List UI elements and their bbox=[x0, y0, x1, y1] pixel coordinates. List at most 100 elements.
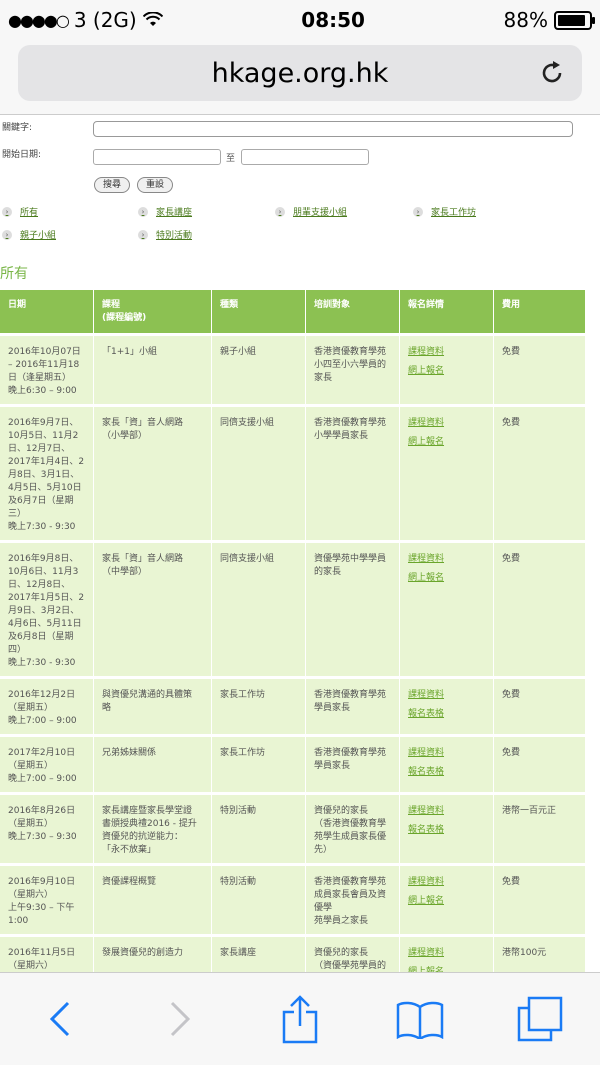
chevron-right-icon: › bbox=[275, 206, 285, 217]
register-link[interactable]: 報名表格 bbox=[408, 708, 485, 721]
category-label: 朋輩支援小組 bbox=[293, 208, 348, 218]
reload-icon[interactable] bbox=[538, 59, 566, 87]
carrier-label: 3 (2G) bbox=[73, 8, 137, 32]
fee-cell: 免費 bbox=[494, 404, 586, 540]
start-date-to-input[interactable] bbox=[241, 149, 369, 165]
fee-cell: 港幣100元 bbox=[494, 934, 586, 973]
course-cell: 「1+1」小組 bbox=[94, 333, 212, 404]
target-cell: 香港資優教育學苑 小四至小六學員的 家長 bbox=[306, 333, 400, 404]
url-text: hkage.org.hk bbox=[211, 57, 389, 89]
date-to-label: 至 bbox=[226, 154, 236, 164]
table-row: 2016年9月10日 （星期六） 上午9:30 – 下午 1:00 資優課程概覽特… bbox=[0, 863, 586, 934]
search-button[interactable]: 搜尋 bbox=[94, 177, 131, 193]
date-cell: 2017年2月10日 （星期五） 晚上7:00 – 9:00 bbox=[0, 734, 94, 792]
category-label: 親子小組 bbox=[20, 231, 57, 241]
target-cell: 香港資優教育學苑 學員家長 bbox=[306, 676, 400, 734]
category-parent-talk[interactable]: › 家長講座 bbox=[138, 205, 192, 218]
col-type: 種類 bbox=[212, 290, 306, 333]
type-cell: 特別活動 bbox=[212, 792, 306, 863]
share-button[interactable] bbox=[270, 989, 330, 1049]
chevron-right-icon: › bbox=[2, 206, 12, 217]
category-all[interactable]: › 所有 bbox=[2, 205, 38, 218]
back-button[interactable] bbox=[30, 989, 90, 1049]
type-cell: 親子小組 bbox=[212, 333, 306, 404]
chevron-right-icon: › bbox=[138, 229, 148, 240]
tabs-button[interactable] bbox=[510, 989, 570, 1049]
target-cell: 香港資優教育學苑 成員家長會員及資優學 苑學員之家長 bbox=[306, 863, 400, 934]
registration-cell: 課程資料 網上報名 bbox=[400, 863, 494, 934]
target-cell: 香港資優教育學苑 學員家長 bbox=[306, 734, 400, 792]
category-label: 家長講座 bbox=[156, 208, 193, 218]
col-fee: 費用 bbox=[494, 290, 586, 333]
table-row: 2016年9月8日、 10月6日、11月3 日、12月8日、 2017年1月5日… bbox=[0, 540, 586, 676]
category-parent-child[interactable]: › 親子小組 bbox=[2, 228, 56, 241]
address-bar[interactable]: hkage.org.hk bbox=[18, 45, 582, 101]
course-cell: 家長講座暨家長學堂證 書頒授典禮2016 - 提升 資優兒的抗逆能力： 「永不放… bbox=[94, 792, 212, 863]
share-icon bbox=[282, 995, 318, 1044]
fee-cell: 免費 bbox=[494, 676, 586, 734]
register-link[interactable]: 網上報名 bbox=[408, 365, 485, 378]
target-cell: 資優兒的家長 （香港資優教育學 苑學生成員家長優 先） bbox=[306, 792, 400, 863]
course-table: 日期 課程 (課程編號) 種類 培訓對象 報名詳情 費用 2016年10月07日… bbox=[0, 290, 586, 973]
course-info-link[interactable]: 課程資料 bbox=[408, 689, 485, 702]
type-cell: 同儕支援小組 bbox=[212, 540, 306, 676]
category-label: 家長工作坊 bbox=[431, 208, 477, 218]
category-label: 所有 bbox=[20, 208, 39, 218]
tabs-icon bbox=[517, 996, 563, 1042]
fee-cell: 免費 bbox=[494, 734, 586, 792]
registration-cell: 課程資料 報名表格 bbox=[400, 792, 494, 863]
reset-button[interactable]: 重設 bbox=[137, 177, 174, 193]
table-row: 2016年9月7日、 10月5日、11月2 日、12月7日、 2017年1月4日… bbox=[0, 404, 586, 540]
registration-cell: 課程資料 報名表格 bbox=[400, 676, 494, 734]
table-row: 2016年12月2日 （星期五） 晚上7:00 – 9:00 與資優兒溝通的具體策… bbox=[0, 676, 586, 734]
course-info-link[interactable]: 課程資料 bbox=[408, 876, 485, 889]
battery-percent: 88% bbox=[503, 8, 548, 32]
type-cell: 家長工作坊 bbox=[212, 676, 306, 734]
course-info-link[interactable]: 課程資料 bbox=[408, 346, 485, 359]
category-peer-support[interactable]: › 朋輩支援小組 bbox=[275, 205, 347, 218]
registration-cell: 課程資料 網上報名 bbox=[400, 333, 494, 404]
signal-icon: ●●●●○ bbox=[8, 10, 70, 30]
keyword-input[interactable] bbox=[93, 121, 573, 137]
registration-cell: 課程資料 報名表格 bbox=[400, 734, 494, 792]
course-cell: 兄弟姊妹關係 bbox=[94, 734, 212, 792]
date-cell: 2016年11月5日 （星期六） 上午10:00 – 中午 12:00 bbox=[0, 934, 94, 973]
course-info-link[interactable]: 課程資料 bbox=[408, 947, 485, 960]
register-link[interactable]: 網上報名 bbox=[408, 572, 485, 585]
chevron-right-icon: › bbox=[2, 229, 12, 240]
register-link[interactable]: 報名表格 bbox=[408, 824, 485, 837]
chevron-right-icon: › bbox=[138, 206, 148, 217]
start-date-from-input[interactable] bbox=[93, 149, 221, 165]
clock: 08:50 bbox=[301, 8, 365, 32]
browser-toolbar bbox=[0, 972, 600, 1065]
course-info-link[interactable]: 課程資料 bbox=[408, 805, 485, 818]
course-info-link[interactable]: 課程資料 bbox=[408, 553, 485, 566]
register-link[interactable]: 網上報名 bbox=[408, 436, 485, 449]
register-link[interactable]: 報名表格 bbox=[408, 766, 485, 779]
table-row: 2016年11月5日 （星期六） 上午10:00 – 中午 12:00發展資優兒… bbox=[0, 934, 586, 973]
registration-cell: 課程資料 網上報名 bbox=[400, 404, 494, 540]
table-row: 2017年2月10日 （星期五） 晚上7:00 – 9:00 兄弟姊妹關係 家長工作… bbox=[0, 734, 586, 792]
table-header-row: 日期 課程 (課程編號) 種類 培訓對象 報名詳情 費用 bbox=[0, 290, 586, 333]
course-info-link[interactable]: 課程資料 bbox=[408, 747, 485, 760]
category-special[interactable]: › 特別活動 bbox=[138, 228, 192, 241]
col-registration: 報名詳情 bbox=[400, 290, 494, 333]
date-cell: 2016年9月7日、 10月5日、11月2 日、12月7日、 2017年1月4日… bbox=[0, 404, 94, 540]
course-info-link[interactable]: 課程資料 bbox=[408, 417, 485, 430]
registration-cell: 課程資料 網上報名 bbox=[400, 934, 494, 973]
register-link[interactable]: 網上報名 bbox=[408, 895, 485, 908]
date-cell: 2016年8月26日 （星期五） 晚上7:30 – 9:30 bbox=[0, 792, 94, 863]
type-cell: 同儕支援小組 bbox=[212, 404, 306, 540]
course-cell: 家長「資」音人網路 （小學部） bbox=[94, 404, 212, 540]
browser-chrome: hkage.org.hk bbox=[0, 40, 600, 115]
date-cell: 2016年9月10日 （星期六） 上午9:30 – 下午 1:00 bbox=[0, 863, 94, 934]
bookmarks-icon bbox=[396, 1001, 444, 1039]
wifi-icon bbox=[142, 12, 163, 26]
bookmarks-button[interactable] bbox=[390, 989, 450, 1049]
course-cell: 與資優兒溝通的具體策 略 bbox=[94, 676, 212, 734]
fee-cell: 免費 bbox=[494, 333, 586, 404]
chevron-right-icon: › bbox=[413, 206, 423, 217]
category-workshop[interactable]: › 家長工作坊 bbox=[413, 205, 476, 218]
registration-cell: 課程資料 網上報名 bbox=[400, 540, 494, 676]
forward-button[interactable] bbox=[150, 989, 210, 1049]
